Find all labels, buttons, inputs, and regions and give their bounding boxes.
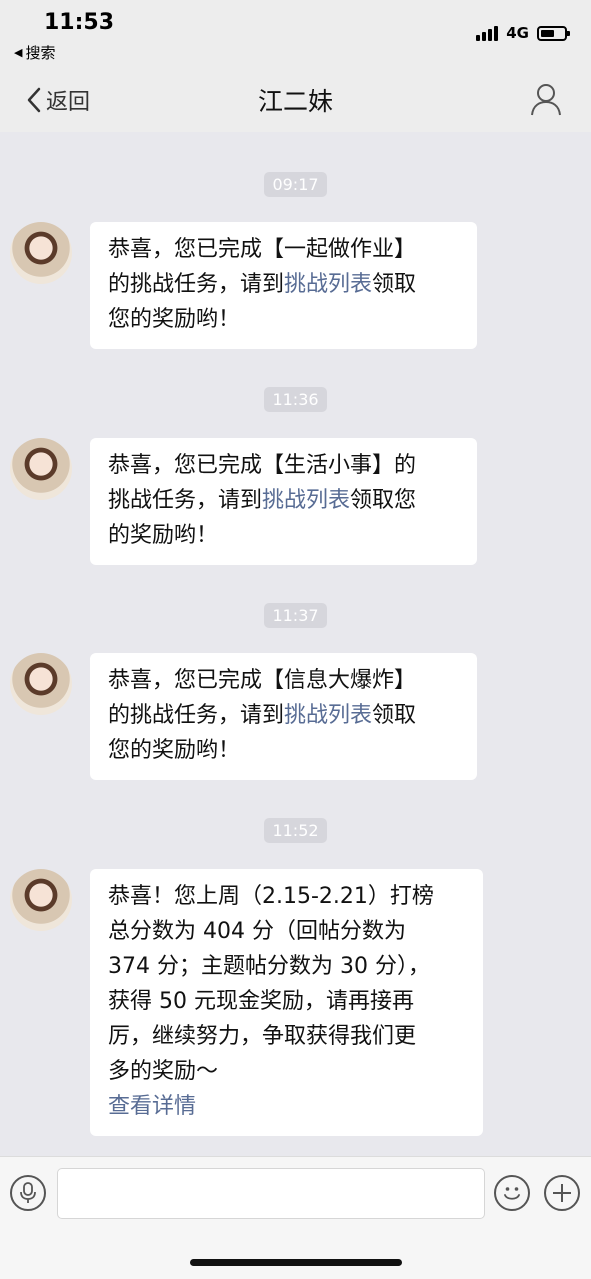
message-line: 您的奖励哟！ [108,302,459,337]
back-triangle-icon: ◀ [14,46,23,59]
message-line: 厉，继续努力，争取获得我们更 [108,1019,465,1054]
message-line: 总分数为 404 分（回帖分数为 [108,914,465,949]
message-line: 374 分；主题帖分数为 30 分）， [108,949,465,984]
message-line: 多的奖励～ [108,1054,465,1089]
person-icon [531,84,561,116]
emoji-button[interactable] [494,1175,530,1211]
message-input[interactable] [57,1168,485,1219]
message-text: 374 分；主题帖分数为 30 分）， [108,954,430,979]
message-line: 恭喜，您已完成【一起做作业】 [108,232,459,267]
status-indicators: 4G [476,24,570,42]
message-list[interactable]: 09:17 恭喜，您已完成【一起做作业】 的挑战任务，请到挑战列表领取 您的奖励哟！… [0,132,591,1156]
message-line: 的挑战任务，请到挑战列表领取 [108,698,459,733]
message-text: 领取 [372,703,417,728]
message-text: 恭喜，您已完成【信息大爆炸】 [108,668,417,693]
back-button-label: 返回 [46,90,91,115]
message-timestamp: 11:52 [0,818,591,843]
avatar[interactable] [10,653,72,715]
home-indicator[interactable] [190,1259,402,1266]
nav-bar: 江二妹 返回 [0,68,591,132]
profile-button[interactable] [529,82,563,116]
message-link[interactable]: 挑战列表 [284,272,372,297]
message-line: 查看详情 [108,1089,465,1124]
voice-input-button[interactable] [10,1175,46,1211]
avatar[interactable] [10,438,72,500]
back-button[interactable]: 返回 [26,84,90,116]
avatar[interactable] [10,869,72,931]
message-bubble[interactable]: 恭喜，您已完成【生活小事】的 挑战任务，请到挑战列表领取您 的奖励哟！ [90,438,477,565]
emoji-icon [504,1187,520,1200]
message-bubble[interactable]: 恭喜！您上周（2.15-2.21）打榜 总分数为 404 分（回帖分数为 374 分… [90,869,483,1136]
message-line: 恭喜！您上周（2.15-2.21）打榜 [108,879,465,914]
message-link[interactable]: 查看详情 [108,1094,196,1119]
message-text: 领取您 [350,488,417,513]
input-bar [0,1156,591,1279]
plus-icon [553,1184,571,1202]
status-time: 11:53 [44,10,115,35]
status-back-label: 搜索 [25,44,56,62]
message-line: 您的奖励哟！ [108,733,459,768]
message-timestamp: 11:37 [0,603,591,628]
message-text: 您的奖励哟！ [108,738,241,763]
message-text: 恭喜，您已完成【一起做作业】 [108,237,417,262]
message-bubble[interactable]: 恭喜，您已完成【信息大爆炸】 的挑战任务，请到挑战列表领取 您的奖励哟！ [90,653,477,780]
message-line: 的奖励哟！ [108,518,459,553]
message-text: 厉，继续努力，争取获得我们更 [108,1024,417,1049]
message-timestamp: 11:36 [0,387,591,412]
message-link[interactable]: 挑战列表 [284,703,372,728]
message-line: 挑战任务，请到挑战列表领取您 [108,483,459,518]
chevron-left-icon [27,87,41,113]
message-line: 恭喜，您已完成【信息大爆炸】 [108,663,459,698]
message-text: 的挑战任务，请到 [108,272,285,297]
message-text: 获得 50 元现金奖励，请再接再 [108,989,414,1014]
message-text: 多的奖励～ [108,1059,219,1084]
message-timestamp: 09:17 [0,172,591,197]
status-bar: 11:53 ◀ 搜索 4G [0,0,591,68]
message-link[interactable]: 挑战列表 [262,488,350,513]
message-text: 的挑战任务，请到 [108,703,285,728]
message-text: 挑战任务，请到 [108,488,263,513]
more-actions-button[interactable] [544,1175,580,1211]
message-line: 获得 50 元现金奖励，请再接再 [108,984,465,1019]
status-back-to-app[interactable]: ◀ 搜索 [14,42,55,63]
message-text: 的奖励哟！ [108,523,219,548]
microphone-icon [20,1182,36,1203]
message-text: 恭喜！您上周（2.15-2.21）打榜 [108,884,434,909]
message-line: 的挑战任务，请到挑战列表领取 [108,267,459,302]
message-bubble[interactable]: 恭喜，您已完成【一起做作业】 的挑战任务，请到挑战列表领取 您的奖励哟！ [90,222,477,349]
battery-icon [537,25,570,41]
message-text: 领取 [372,272,417,297]
message-text: 您的奖励哟！ [108,307,241,332]
message-text: 总分数为 404 分（回帖分数为 [108,919,406,944]
message-text: 恭喜，您已完成【生活小事】的 [108,453,417,478]
signal-icon [476,25,499,41]
network-type: 4G [506,24,529,42]
message-line: 恭喜，您已完成【生活小事】的 [108,448,459,483]
avatar[interactable] [10,222,72,284]
chat-screen: 11:53 ◀ 搜索 4G 江二妹 返回 09:17 恭喜，您已完成【一起做作业… [0,0,591,1279]
